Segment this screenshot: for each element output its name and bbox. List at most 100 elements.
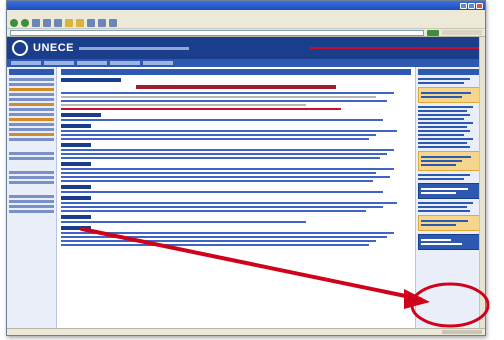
maximize-button[interactable] [468, 2, 475, 9]
back-icon[interactable] [10, 18, 18, 27]
sidebar-link[interactable] [9, 133, 54, 136]
refresh-icon[interactable] [43, 18, 51, 27]
news-line[interactable] [61, 176, 390, 178]
news-line[interactable] [61, 210, 366, 212]
right-sidebar-box[interactable] [418, 151, 483, 171]
sidebar-link[interactable] [9, 205, 54, 208]
section-heading [61, 185, 91, 189]
right-sidebar-line[interactable] [418, 82, 464, 84]
news-line[interactable] [61, 240, 376, 242]
right-sidebar-line[interactable] [418, 106, 474, 108]
nav-link-4[interactable] [110, 61, 140, 65]
sidebar-link[interactable] [9, 123, 54, 126]
news-line[interactable] [61, 153, 387, 155]
close-button[interactable] [476, 2, 483, 9]
vertical-scrollbar[interactable] [479, 37, 485, 328]
sidebar-link[interactable] [9, 210, 54, 213]
nav-link-1[interactable] [11, 61, 41, 65]
right-sidebar-line[interactable] [418, 114, 470, 116]
right-sidebar [415, 67, 485, 328]
right-sidebar-line[interactable] [418, 126, 467, 128]
sidebar-link[interactable] [9, 138, 54, 141]
print-icon[interactable] [109, 18, 117, 27]
news-line[interactable] [61, 149, 394, 151]
right-sidebar-line[interactable] [418, 174, 470, 176]
nav-link-5[interactable] [143, 61, 173, 65]
news-line[interactable] [61, 191, 383, 193]
news-line[interactable] [61, 168, 394, 170]
right-sidebar-line[interactable] [418, 110, 467, 112]
mail-icon[interactable] [98, 18, 106, 27]
right-sidebar-line[interactable] [418, 206, 467, 208]
sidebar-link[interactable] [9, 113, 54, 116]
news-line[interactable] [61, 172, 376, 174]
news-line[interactable] [61, 100, 387, 102]
news-line[interactable] [61, 232, 394, 234]
sidebar-link[interactable] [9, 195, 54, 198]
right-sidebar-line [421, 243, 463, 245]
right-sidebar-box[interactable] [418, 183, 483, 199]
nav-link-3[interactable] [77, 61, 107, 65]
sidebar-link[interactable] [9, 98, 54, 101]
right-sidebar-line[interactable] [418, 210, 470, 212]
sidebar-link[interactable] [9, 171, 54, 174]
right-sidebar-line [421, 92, 472, 94]
right-sidebar-line[interactable] [418, 178, 464, 180]
sidebar-link[interactable] [9, 152, 54, 155]
sidebar-link[interactable] [9, 88, 54, 91]
right-sidebar-line[interactable] [418, 138, 474, 140]
right-sidebar-box[interactable] [418, 87, 483, 103]
news-line[interactable] [61, 221, 306, 223]
news-line[interactable] [61, 138, 369, 140]
news-line[interactable] [61, 92, 394, 94]
sidebar-link[interactable] [9, 118, 54, 121]
sidebar-link[interactable] [9, 108, 54, 111]
right-sidebar-line[interactable] [418, 118, 464, 120]
sidebar-link[interactable] [9, 176, 54, 179]
news-line[interactable] [61, 180, 373, 182]
left-sidebar [7, 67, 57, 328]
news-line[interactable] [61, 108, 341, 110]
news-line[interactable] [61, 157, 380, 159]
right-sidebar-line[interactable] [418, 134, 464, 136]
sidebar-link[interactable] [9, 93, 54, 96]
news-line[interactable] [61, 119, 383, 121]
right-sidebar-line[interactable] [418, 202, 474, 204]
right-sidebar-line[interactable] [418, 130, 470, 132]
news-line[interactable] [61, 206, 383, 208]
news-line[interactable] [61, 236, 387, 238]
search-icon[interactable] [65, 18, 73, 27]
stop-icon[interactable] [32, 18, 40, 27]
nav-link-2[interactable] [44, 61, 74, 65]
favorites-icon[interactable] [76, 18, 84, 27]
news-line[interactable] [61, 244, 369, 246]
sidebar-link[interactable] [9, 83, 54, 86]
sidebar-link[interactable] [9, 128, 54, 131]
news-line[interactable] [61, 134, 376, 136]
right-sidebar-line[interactable] [418, 78, 470, 80]
sidebar-link[interactable] [9, 181, 54, 184]
un-logo-icon[interactable] [12, 40, 28, 56]
sidebar-link[interactable] [9, 103, 54, 106]
news-line[interactable] [61, 202, 397, 204]
right-sidebar-box[interactable] [418, 215, 483, 231]
sidebar-link[interactable] [9, 78, 54, 81]
go-button[interactable] [427, 29, 439, 36]
right-sidebar-line[interactable] [418, 142, 467, 144]
right-sidebar-box[interactable] [418, 234, 483, 250]
history-icon[interactable] [87, 18, 95, 27]
sidebar-link[interactable] [9, 200, 54, 203]
right-sidebar-line [421, 96, 463, 98]
forward-icon[interactable] [21, 18, 29, 27]
page-content: UNECE [7, 37, 485, 328]
address-input[interactable] [10, 29, 424, 36]
sidebar-link[interactable] [9, 157, 54, 160]
right-sidebar-line[interactable] [418, 122, 474, 124]
right-sidebar-line[interactable] [418, 146, 470, 148]
minimize-button[interactable] [460, 2, 467, 9]
left-sidebar-header [9, 69, 54, 75]
home-icon[interactable] [54, 18, 62, 27]
news-line[interactable] [61, 130, 397, 132]
links-toolbar[interactable] [442, 30, 482, 35]
right-sidebar-line [421, 160, 463, 162]
